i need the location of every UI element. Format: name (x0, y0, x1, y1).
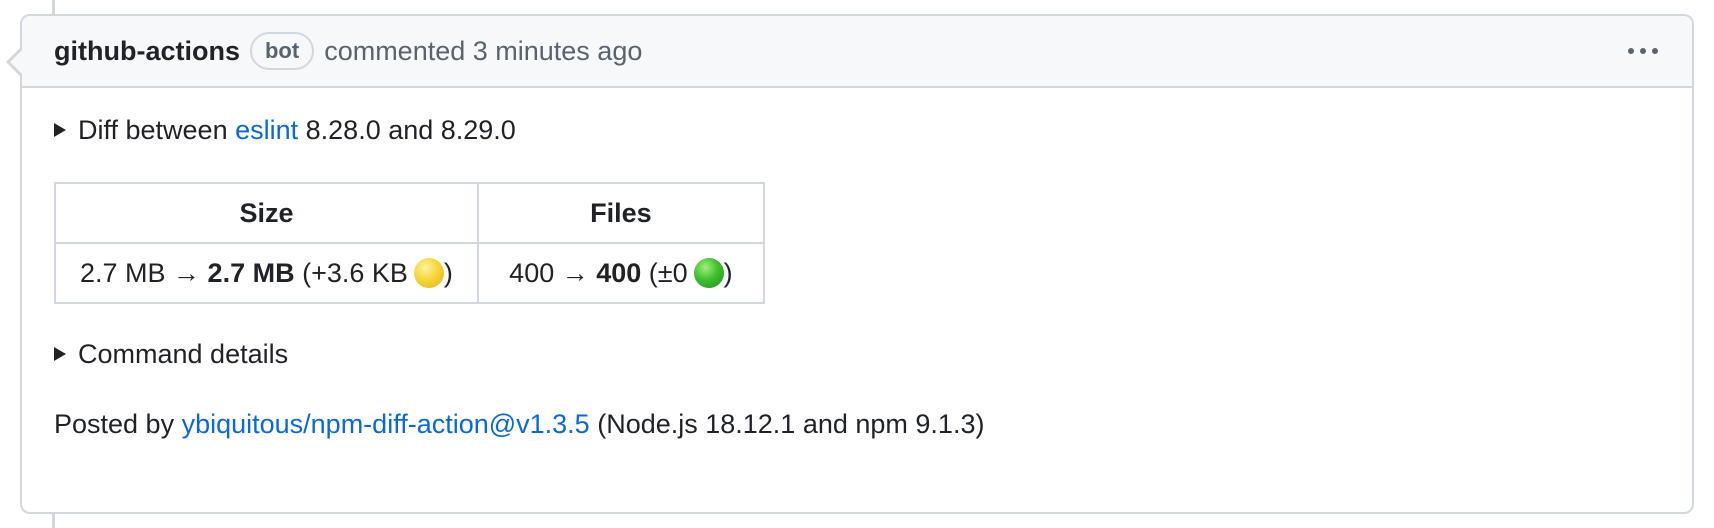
dot (1628, 48, 1634, 54)
diff-versions: 8.28.0 and 8.29.0 (298, 115, 516, 145)
author-link[interactable]: github-actions (54, 36, 240, 67)
files-to: 400 (596, 258, 642, 288)
action-link[interactable]: ybiquitous/npm-diff-action@v1.3.5 (182, 409, 590, 439)
header-files: Files (476, 182, 765, 244)
posted-by-line: Posted by ybiquitous/npm-diff-action@v1.… (54, 406, 984, 442)
files-delta: (±0 (641, 258, 688, 288)
yellow-circle-icon (413, 258, 444, 288)
size-to: 2.7 MB (207, 258, 295, 288)
comment-pointer-fill (10, 49, 23, 75)
diff-details-toggle[interactable]: Diff between eslint 8.28.0 and 8.29.0 (54, 112, 516, 148)
table-row: 2.7 MB → 2.7 MB (+3.6 KB) 400 → 400 (±0) (54, 242, 765, 304)
comment-card: github-actions bot commented 3 minutes a… (6, 14, 1694, 514)
cell-size: 2.7 MB → 2.7 MB (+3.6 KB) (54, 242, 479, 304)
eslint-link[interactable]: eslint (235, 112, 298, 148)
posted-prefix: Posted by (54, 409, 182, 439)
triangle-right-icon (54, 123, 66, 137)
posted-suffix: (Node.js 18.12.1 and npm 9.1.3) (589, 409, 985, 439)
command-details-toggle[interactable]: Command details (54, 336, 288, 372)
triangle-right-icon (54, 347, 66, 361)
green-circle-icon (693, 258, 724, 288)
dot (1652, 48, 1658, 54)
table-header-row: Size Files (54, 182, 765, 244)
diff-prefix: Diff between (78, 115, 236, 145)
size-delta: (+3.6 KB (294, 258, 408, 288)
files-from: 400 → (509, 258, 597, 288)
comment-header: github-actions bot commented 3 minutes a… (22, 16, 1692, 88)
size-close: ) (443, 258, 453, 288)
comment-timestamp[interactable]: commented 3 minutes ago (324, 36, 642, 67)
files-close: ) (723, 258, 733, 288)
bot-badge: bot (249, 32, 315, 70)
cell-files: 400 → 400 (±0) (476, 242, 765, 304)
size-from: 2.7 MB → (80, 258, 208, 288)
kebab-horizontal-icon[interactable] (1624, 42, 1662, 60)
command-details-label: Command details (78, 339, 289, 369)
dot (1640, 48, 1646, 54)
header-size: Size (54, 182, 479, 244)
diff-table: Size Files 2.7 MB → 2.7 MB (+3.6 KB) 400… (54, 182, 765, 304)
